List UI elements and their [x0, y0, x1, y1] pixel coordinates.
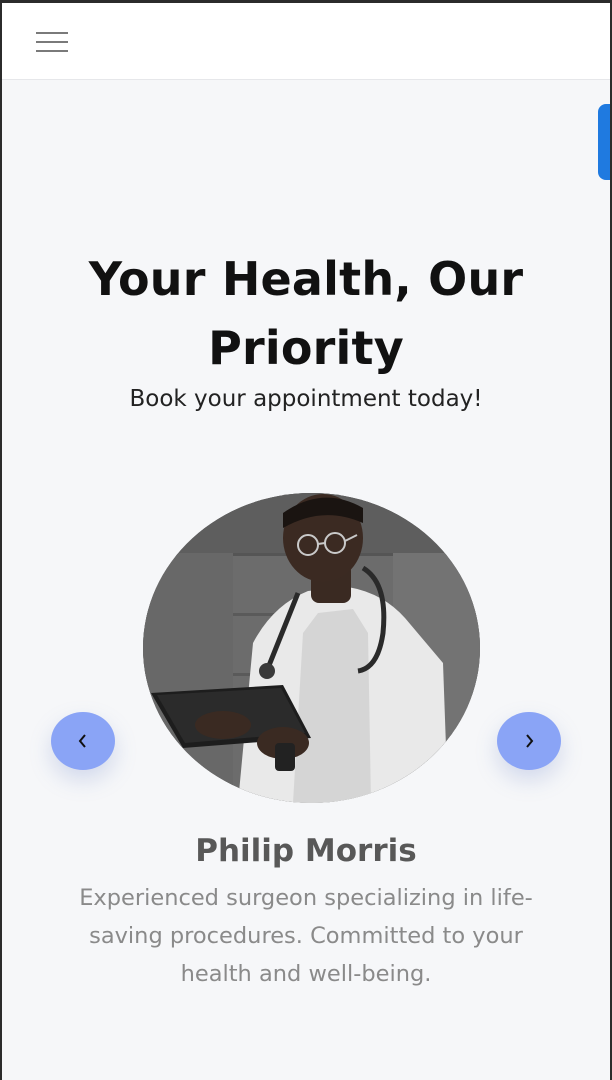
doctor-name: Philip Morris — [195, 833, 417, 869]
carousel-next-button[interactable] — [497, 712, 561, 770]
carousel-prev-button[interactable] — [51, 712, 115, 770]
doctor-description: Experienced surgeon specializing in life… — [79, 885, 533, 987]
hamburger-menu-icon[interactable] — [36, 30, 68, 54]
doctor-photo — [143, 493, 480, 803]
app-frame: Your Health, Our Priority Book your appo… — [2, 3, 610, 1080]
navbar — [2, 3, 610, 80]
hero-title: Your Health, Our Priority — [88, 252, 524, 375]
side-tab-handle[interactable] — [598, 104, 610, 180]
hero-subtitle: Book your appointment today! — [129, 386, 483, 412]
chevron-left-icon — [51, 712, 115, 770]
chevron-right-icon — [497, 712, 561, 770]
